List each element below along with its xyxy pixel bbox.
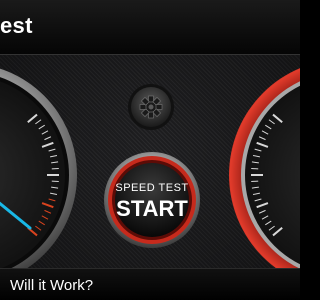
speed-test-screen: SPEED TEST START est Will it Work? (0, 0, 300, 300)
left-speed-gauge (0, 68, 77, 282)
gear-tooth (148, 95, 154, 103)
footer-bar: Will it Work? (0, 268, 300, 300)
start-button[interactable]: SPEED TEST START (104, 152, 200, 248)
app-header: est (0, 0, 300, 55)
start-button-label: START (116, 196, 188, 221)
gear-icon (139, 95, 163, 119)
gear-tooth (155, 104, 163, 110)
right-speed-gauge (229, 68, 300, 282)
footer-text[interactable]: Will it Work? (10, 277, 93, 294)
page-title: est (0, 13, 33, 38)
settings-button[interactable] (126, 82, 176, 132)
gear-tooth (148, 111, 154, 119)
start-button-subtitle: SPEED TEST (115, 182, 189, 194)
gear-tooth (139, 104, 147, 110)
